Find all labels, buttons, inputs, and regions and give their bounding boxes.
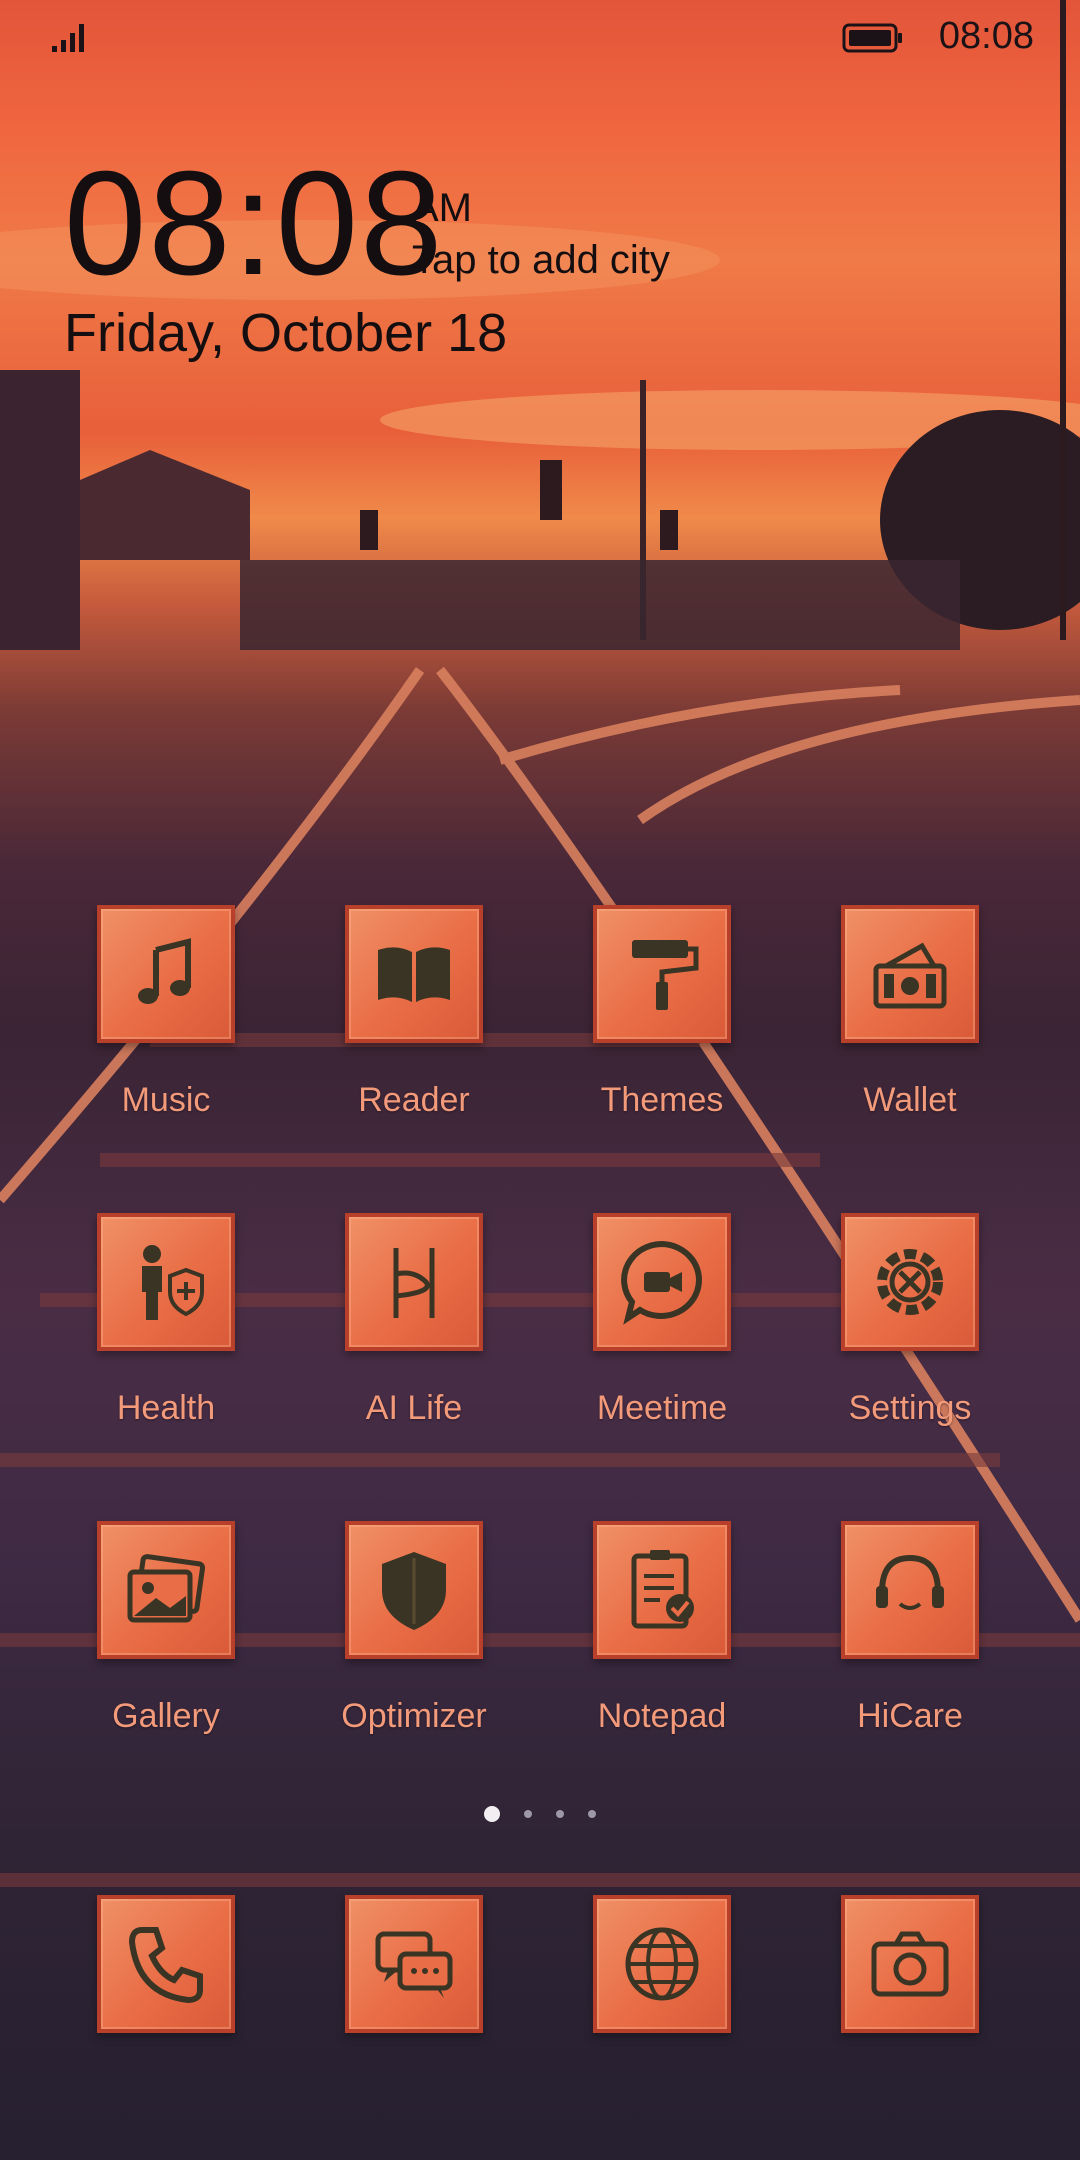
page-dot[interactable] (524, 1809, 532, 1818)
wallet-icon (873, 942, 947, 1009)
app-tile[interactable] (345, 1521, 483, 1659)
app-tile[interactable] (841, 905, 979, 1043)
app-tile[interactable] (97, 1895, 235, 2033)
notepad-icon (631, 1550, 694, 1629)
app-label: AI Life (365, 1389, 463, 1427)
app-tile[interactable] (345, 1895, 483, 2033)
app-optimizer[interactable]: Optimizer (290, 1521, 538, 1736)
app-tile[interactable] (841, 1521, 979, 1659)
app-settings[interactable]: Settings (786, 1213, 1034, 1428)
health-icon (142, 1245, 204, 1320)
page-dot[interactable] (588, 1809, 596, 1818)
status-time: 08:08 (938, 15, 1034, 57)
status-bar: 08:08 (0, 0, 1080, 75)
app-tile[interactable] (97, 1521, 235, 1659)
app-tile[interactable] (97, 905, 235, 1043)
headset-icon (876, 1554, 944, 1610)
app-gallery[interactable]: Gallery (42, 1521, 290, 1736)
page-dot[interactable] (556, 1809, 564, 1818)
app-tile[interactable] (841, 1895, 979, 2033)
app-label: Reader (358, 1081, 470, 1119)
video-chat-icon (621, 1240, 702, 1325)
app-label: Music (121, 1081, 211, 1119)
app-label: Themes (600, 1081, 724, 1119)
add-city-prompt[interactable]: Tap to add city (412, 238, 670, 283)
app-themes[interactable]: Themes (538, 905, 786, 1120)
app-label: Gallery (112, 1697, 220, 1735)
battery-icon (842, 23, 902, 53)
app-tile[interactable] (593, 1895, 731, 2033)
app-label: Notepad (597, 1697, 727, 1735)
app-label: Optimizer (341, 1697, 487, 1735)
app-meetime[interactable]: Meetime (538, 1213, 786, 1428)
app-wallet[interactable]: Wallet (786, 905, 1034, 1120)
app-music[interactable]: Music (42, 905, 290, 1120)
app-label: Health (116, 1389, 216, 1427)
date-label: Friday, October 18 (64, 303, 508, 363)
app-tile[interactable] (841, 1213, 979, 1351)
dock-phone[interactable] (42, 1895, 290, 2033)
camera-icon (871, 1931, 949, 1997)
app-tile[interactable] (345, 1213, 483, 1351)
app-tile[interactable] (97, 1213, 235, 1351)
app-label: HiCare (857, 1697, 963, 1735)
book-icon (378, 947, 450, 1002)
app-label: Wallet (863, 1081, 957, 1119)
app-tile[interactable] (593, 1213, 731, 1351)
app-label: Settings (848, 1389, 972, 1427)
gear-icon (877, 1249, 943, 1315)
phone-icon (128, 1927, 203, 2004)
app-ai-life[interactable]: AI Life (290, 1213, 538, 1428)
app-hicare[interactable]: HiCare (786, 1521, 1034, 1736)
messages-icon (375, 1931, 453, 1998)
paint-roller-icon (632, 940, 699, 1010)
app-reader[interactable]: Reader (290, 905, 538, 1120)
browser-globe-icon (625, 1927, 699, 2001)
ai-life-icon (393, 1248, 435, 1318)
music-note-icon (138, 938, 191, 1004)
app-tile[interactable] (345, 905, 483, 1043)
app-label: Meetime (596, 1389, 728, 1427)
dock-browser[interactable] (538, 1895, 786, 2033)
lock-clock[interactable]: 08:08 (64, 150, 444, 298)
page-dot-active[interactable] (484, 1805, 500, 1822)
app-tile[interactable] (593, 1521, 731, 1659)
shield-icon (382, 1552, 446, 1630)
am-pm-indicator: AM (412, 186, 472, 230)
signal-icon (52, 24, 84, 52)
app-notepad[interactable]: Notepad (538, 1521, 786, 1736)
app-health[interactable]: Health (42, 1213, 290, 1428)
app-tile[interactable] (593, 905, 731, 1043)
dock-camera[interactable] (786, 1895, 1034, 2033)
dock-messages[interactable] (290, 1895, 538, 2033)
page-indicator[interactable] (0, 1805, 1080, 1825)
gallery-icon (127, 1554, 206, 1623)
